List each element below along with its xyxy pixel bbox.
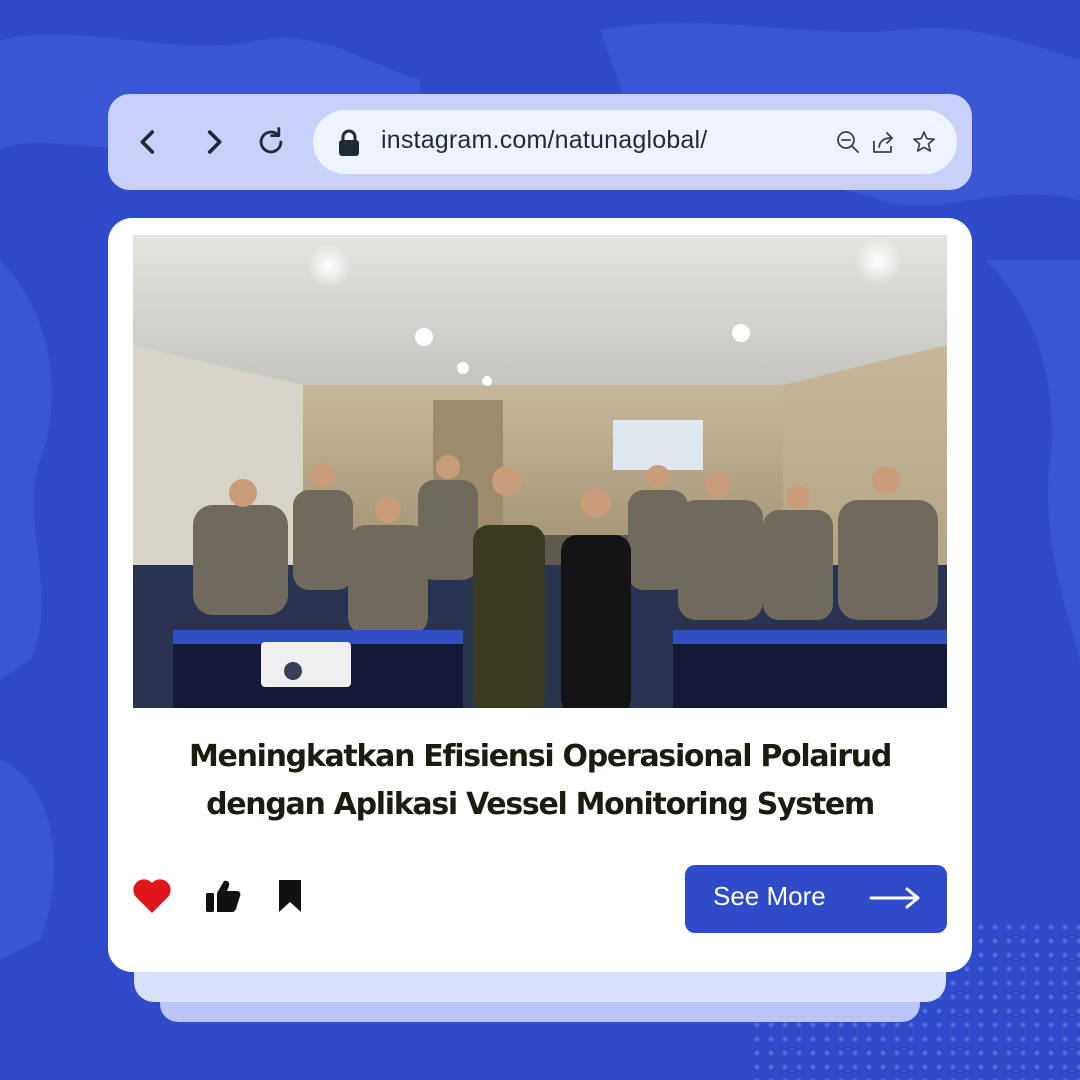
see-more-label: See More — [713, 881, 826, 911]
url-text[interactable]: instagram.com/natunaglobal/ — [381, 126, 707, 155]
heart-icon[interactable] — [132, 878, 172, 914]
headline-line-1: Meningkatkan Efisiensi Operasional Polai… — [188, 739, 892, 774]
share-icon[interactable] — [871, 129, 897, 155]
post-headline: Meningkatkan Efisiensi Operasional Polai… — [138, 733, 942, 829]
see-more-button[interactable]: See More — [685, 865, 947, 933]
lock-icon — [339, 129, 359, 156]
arrow-right-icon — [869, 887, 920, 909]
browser-bar: instagram.com/natunaglobal/ — [108, 94, 972, 190]
headline-line-2: dengan Aplikasi Vessel Monitoring System — [206, 787, 875, 822]
address-bar[interactable]: instagram.com/natunaglobal/ — [313, 110, 957, 174]
forward-icon[interactable] — [194, 122, 234, 162]
bookmark-icon[interactable] — [277, 878, 303, 914]
post-photo[interactable] — [133, 235, 947, 708]
post-card: Meningkatkan Efisiensi Operasional Polai… — [108, 218, 972, 972]
reload-icon[interactable] — [251, 122, 291, 162]
back-icon[interactable] — [128, 122, 168, 162]
star-icon[interactable] — [911, 129, 937, 155]
zoom-out-icon[interactable] — [835, 129, 861, 155]
thumbs-up-icon[interactable] — [204, 878, 242, 914]
